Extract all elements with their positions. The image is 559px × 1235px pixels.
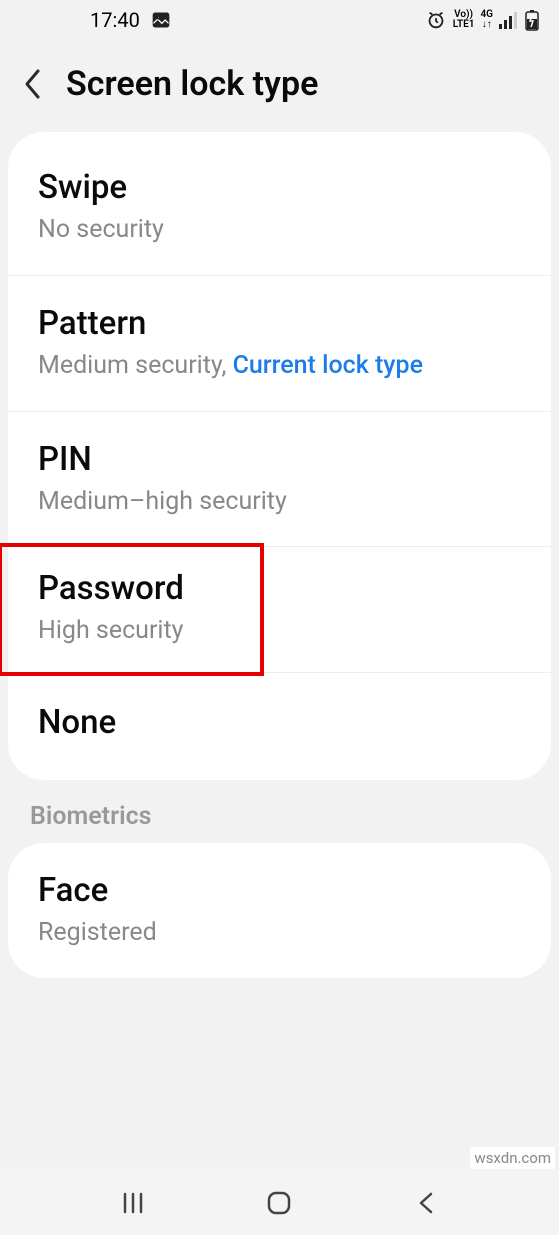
option-password[interactable]: Password High security — [8, 543, 551, 673]
option-subtitle: Medium security, Current lock type — [38, 349, 521, 383]
network-4g-icon: 4G ↓↑ — [480, 10, 493, 30]
highlight-box: Password High security — [0, 543, 264, 676]
option-none[interactable]: None — [8, 673, 551, 772]
biometrics-list: Face Registered — [8, 843, 551, 978]
home-icon — [265, 1189, 293, 1217]
option-subtitle: No security — [38, 213, 521, 247]
option-pattern[interactable]: Pattern Medium security, Current lock ty… — [8, 276, 551, 412]
nav-recents-button[interactable] — [113, 1183, 153, 1223]
back-button[interactable] — [18, 64, 48, 104]
watermark: wsxdn.com — [470, 1147, 555, 1169]
subtitle-prefix: Medium security, — [38, 351, 233, 380]
image-icon — [150, 10, 172, 30]
nav-back-button[interactable] — [406, 1183, 446, 1223]
alarm-icon — [425, 9, 447, 31]
page-title: Screen lock type — [66, 64, 318, 104]
option-title: Password — [38, 569, 260, 608]
navigation-bar — [0, 1170, 559, 1235]
current-lock-label: Current lock type — [233, 351, 423, 380]
status-right: Vo)) LTE1 4G ↓↑ — [425, 9, 539, 31]
option-title: PIN — [38, 440, 521, 479]
option-subtitle: Registered — [38, 916, 521, 950]
page-header: Screen lock type — [0, 40, 559, 132]
option-title: Face — [38, 871, 521, 910]
status-bar: 17:40 Vo)) LTE1 4G ↓↑ — [0, 0, 559, 40]
status-time: 17:40 — [90, 8, 140, 32]
option-title: None — [38, 703, 521, 742]
back-icon — [416, 1189, 436, 1217]
option-pin[interactable]: PIN Medium–high security — [8, 412, 551, 548]
section-biometrics-label: Biometrics — [0, 780, 559, 843]
option-title: Swipe — [38, 168, 521, 207]
battery-icon — [525, 9, 539, 31]
volte-icon: Vo)) LTE1 — [453, 10, 475, 30]
option-subtitle: High security — [38, 614, 260, 648]
recents-icon — [120, 1190, 146, 1216]
option-subtitle: Medium–high security — [38, 485, 521, 519]
status-left: 17:40 — [90, 8, 172, 32]
option-swipe[interactable]: Swipe No security — [8, 140, 551, 276]
lock-type-list: Swipe No security Pattern Medium securit… — [8, 132, 551, 780]
option-title: Pattern — [38, 304, 521, 343]
nav-home-button[interactable] — [259, 1183, 299, 1223]
signal-icon — [499, 11, 519, 29]
chevron-left-icon — [22, 67, 44, 101]
option-face[interactable]: Face Registered — [8, 843, 551, 978]
